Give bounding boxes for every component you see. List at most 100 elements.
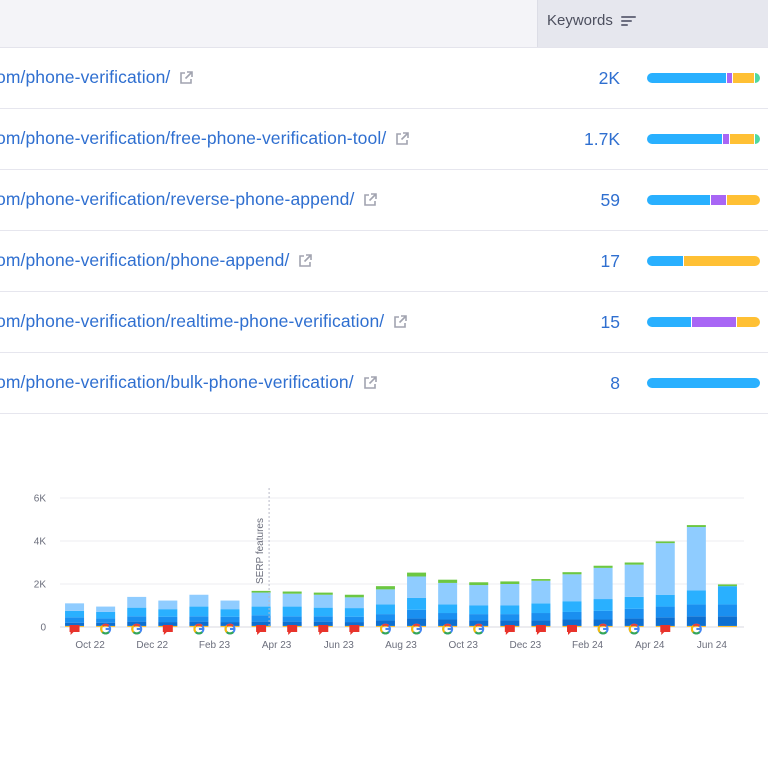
keywords-count[interactable]: 17 — [601, 251, 620, 272]
bar-segment[interactable] — [158, 609, 178, 617]
bar-segment[interactable] — [251, 606, 271, 616]
page-url-link[interactable]: om/phone-verification/phone-append/ — [0, 250, 313, 271]
bar-segment[interactable] — [655, 543, 675, 595]
bar-segment[interactable] — [375, 604, 395, 615]
bar-segment[interactable] — [407, 576, 427, 598]
bar-segment[interactable] — [562, 572, 582, 575]
bar-segment[interactable] — [469, 605, 489, 615]
keywords-column-label[interactable]: Keywords — [547, 12, 637, 29]
bar-segment[interactable] — [189, 606, 209, 617]
bar-segment[interactable] — [220, 616, 240, 623]
bar-segment[interactable] — [65, 617, 85, 623]
bar-segment[interactable] — [407, 572, 427, 577]
bar-segment[interactable] — [624, 625, 644, 627]
bar-segment[interactable] — [313, 616, 333, 622]
bar-segment[interactable] — [313, 594, 333, 608]
page-url-text[interactable]: om/phone-verification/ — [0, 67, 170, 88]
sort-icon[interactable] — [620, 15, 637, 27]
bar-segment[interactable] — [686, 590, 706, 605]
bar-segment[interactable] — [344, 597, 364, 609]
bar-segment[interactable] — [562, 611, 582, 620]
bar-segment[interactable] — [500, 581, 520, 584]
bar-segment[interactable] — [500, 605, 520, 615]
bar-segment[interactable] — [531, 603, 551, 614]
bar-segment[interactable] — [686, 525, 706, 528]
bar-segment[interactable] — [438, 604, 458, 614]
page-url-link[interactable]: om/phone-verification/realtime-phone-ver… — [0, 311, 408, 332]
bar-segment[interactable] — [313, 607, 333, 617]
bar-segment[interactable] — [655, 606, 675, 618]
page-url-link[interactable]: om/phone-verification/free-phone-verific… — [0, 128, 410, 149]
external-link-icon[interactable] — [394, 131, 410, 147]
bar-segment[interactable] — [531, 580, 551, 604]
bar-segment[interactable] — [158, 600, 178, 610]
bar-segment[interactable] — [593, 625, 613, 627]
bar-segment[interactable] — [375, 625, 395, 627]
bar-segment[interactable] — [251, 592, 271, 607]
bar-segment[interactable] — [127, 596, 147, 608]
bar-segment[interactable] — [375, 614, 395, 621]
bar-segment[interactable] — [562, 601, 582, 612]
bar-segment[interactable] — [593, 599, 613, 611]
annotation-flag-icon[interactable] — [535, 625, 546, 635]
bar-segment[interactable] — [407, 609, 427, 619]
bar-segment[interactable] — [686, 604, 706, 617]
bar-segment[interactable] — [407, 597, 427, 610]
bar-segment[interactable] — [717, 604, 737, 617]
annotation-flag-icon[interactable] — [504, 625, 515, 635]
keywords-count[interactable]: 8 — [610, 373, 620, 394]
page-url-link[interactable]: om/phone-verification/reverse-phone-appe… — [0, 189, 378, 210]
bar-segment[interactable] — [220, 600, 240, 610]
bar-segment[interactable] — [624, 608, 644, 619]
annotation-flag-icon[interactable] — [162, 625, 173, 635]
bar-segment[interactable] — [624, 596, 644, 609]
page-url-text[interactable]: om/phone-verification/bulk-phone-verific… — [0, 372, 354, 393]
bar-segment[interactable] — [96, 625, 116, 627]
bar-segment[interactable] — [469, 582, 489, 586]
bar-segment[interactable] — [469, 614, 489, 621]
bar-segment[interactable] — [686, 625, 706, 627]
bar-segment[interactable] — [531, 613, 551, 621]
external-link-icon[interactable] — [178, 70, 194, 86]
bar-segment[interactable] — [189, 616, 209, 622]
page-url-link[interactable]: om/phone-verification/ — [0, 67, 194, 88]
annotation-flag-icon[interactable] — [69, 625, 80, 635]
external-link-icon[interactable] — [392, 314, 408, 330]
bar-segment[interactable] — [127, 616, 147, 622]
bar-segment[interactable] — [344, 594, 364, 598]
bar-segment[interactable] — [593, 565, 613, 568]
bar-segment[interactable] — [438, 582, 458, 605]
bar-segment[interactable] — [96, 618, 116, 623]
bar-segment[interactable] — [282, 593, 302, 607]
bar-segment[interactable] — [593, 610, 613, 620]
bar-segment[interactable] — [220, 625, 240, 627]
bar-segment[interactable] — [344, 608, 364, 617]
bar-segment[interactable] — [407, 625, 427, 627]
bar-segment[interactable] — [189, 625, 209, 627]
bar-segment[interactable] — [717, 625, 737, 627]
bar-segment[interactable] — [344, 616, 364, 623]
external-link-icon[interactable] — [297, 253, 313, 269]
bar-segment[interactable] — [127, 625, 147, 627]
bar-segment[interactable] — [127, 607, 147, 617]
annotation-flag-icon[interactable] — [567, 625, 577, 635]
page-url-text[interactable]: om/phone-verification/free-phone-verific… — [0, 128, 386, 149]
bar-segment[interactable] — [220, 609, 240, 617]
bar-segment[interactable] — [717, 586, 737, 605]
annotation-flag-icon[interactable] — [256, 625, 267, 635]
bar-segment[interactable] — [624, 562, 644, 565]
bar-segment[interactable] — [251, 590, 271, 593]
bar-segment[interactable] — [282, 616, 302, 622]
page-url-text[interactable]: om/phone-verification/reverse-phone-appe… — [0, 189, 354, 210]
keywords-count[interactable]: 2K — [599, 68, 620, 89]
keywords-count[interactable]: 15 — [601, 312, 620, 333]
bar-segment[interactable] — [717, 616, 737, 626]
annotation-flag-icon[interactable] — [660, 625, 671, 635]
page-url-text[interactable]: om/phone-verification/realtime-phone-ver… — [0, 311, 384, 332]
annotation-flag-icon[interactable] — [287, 625, 298, 635]
bar-segment[interactable] — [282, 591, 302, 594]
bar-segment[interactable] — [469, 585, 489, 606]
external-link-icon[interactable] — [362, 375, 378, 391]
bar-segment[interactable] — [65, 610, 85, 618]
page-url-text[interactable]: om/phone-verification/phone-append/ — [0, 250, 289, 271]
